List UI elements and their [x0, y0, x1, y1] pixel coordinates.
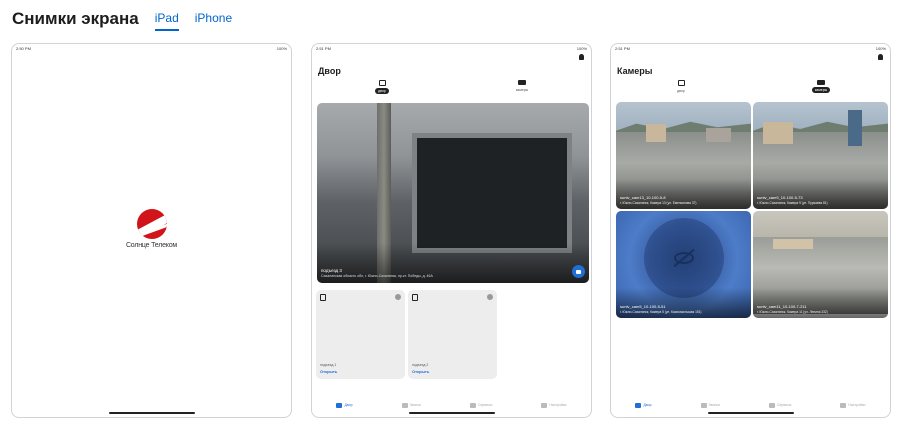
phone-icon [401, 402, 408, 408]
tab-iphone[interactable]: iPhone [195, 11, 232, 28]
screenshot-yard[interactable]: 2:51 PM 100% Двор двор камеры подъезд 3 … [311, 43, 592, 418]
home-indicator [707, 412, 794, 414]
segment-cameras[interactable]: камеры [811, 80, 831, 93]
camera-tile[interactable]: suntv_cam9_10-100-5-73 г. Южно-Сахалинск… [753, 102, 888, 209]
page-title: Двор [318, 66, 341, 76]
status-bar: 2:51 PM 100% [316, 46, 587, 51]
camera-caption: подъезд 3 Сахалинская область обл, г. Юж… [321, 268, 433, 278]
screenshot-splash[interactable]: 2:50 PM 100% Солнце Телеком [11, 43, 292, 418]
camera-tile[interactable]: suntv_cam11_10-100-7-211 г. Южно-Сахалин… [753, 211, 888, 318]
tab-settings[interactable]: Настройки [541, 402, 566, 408]
home-indicator [408, 412, 495, 414]
door-icon [320, 294, 326, 301]
camera-caption: suntv_cam13_10-100-5-8 г. Южно-Сахалинск… [620, 195, 697, 205]
tab-bar: Двор Звонки Сервисы Настройки [611, 399, 890, 411]
camera-icon [518, 80, 526, 85]
segmented-control: двор камеры [611, 80, 890, 98]
status-bar: 2:51 PM 100% [615, 46, 886, 51]
tab-services[interactable]: Сервисы [768, 402, 791, 408]
services-icon [469, 402, 476, 408]
phone-icon [700, 402, 707, 408]
segment-yard[interactable]: двор [372, 80, 392, 94]
brand-logo: Солнце Телеком [12, 209, 291, 249]
tab-yard[interactable]: Двор [635, 402, 652, 408]
tab-services[interactable]: Сервисы [469, 402, 492, 408]
bell-icon[interactable] [878, 54, 883, 60]
segment-yard[interactable]: двор [671, 80, 691, 94]
camera-view[interactable]: подъезд 3 Сахалинская область обл, г. Юж… [317, 103, 589, 283]
door-icon [677, 80, 685, 86]
door-icon [412, 294, 418, 301]
door-card[interactable]: подъезд 2 Открыть [408, 290, 497, 379]
services-icon [768, 402, 775, 408]
section-title: Снимки экрана [12, 9, 139, 28]
camera-caption: suntv_cam5_10-100-5-51 г. Южно-Сахалинск… [620, 304, 702, 314]
home-icon [336, 402, 343, 408]
door-icon [378, 80, 386, 86]
sun-logo-icon [136, 209, 167, 239]
gear-icon [840, 402, 847, 408]
page-title: Камеры [617, 66, 653, 76]
camera-tile[interactable]: suntv_cam13_10-100-5-8 г. Южно-Сахалинск… [616, 102, 751, 209]
segmented-control: двор камеры [312, 80, 591, 98]
tab-bar: Двор Звонки Сервисы Настройки [312, 399, 591, 411]
tab-yard[interactable]: Двор [336, 402, 353, 408]
gear-icon [541, 402, 548, 408]
camera-icon [817, 80, 825, 85]
tab-calls[interactable]: Звонки [401, 402, 421, 408]
open-button[interactable]: Открыть [412, 369, 429, 374]
camera-caption: suntv_cam9_10-100-5-73 г. Южно-Сахалинск… [757, 195, 828, 205]
segment-cameras[interactable]: камеры [512, 80, 532, 93]
tab-calls[interactable]: Звонки [700, 402, 720, 408]
screenshot-cameras[interactable]: 2:51 PM 100% Камеры двор камеры suntv_ca… [610, 43, 891, 418]
logo-text: Солнце Телеком [125, 242, 178, 249]
door-card[interactable]: подъезд 1 Открыть [316, 290, 405, 379]
info-icon[interactable] [487, 294, 493, 300]
screenshots-header: Снимки экрана iPad iPhone [12, 6, 248, 32]
home-icon [635, 402, 642, 408]
bell-icon[interactable] [579, 54, 584, 60]
tab-ipad[interactable]: iPad [154, 11, 179, 31]
open-button[interactable]: Открыть [320, 369, 337, 374]
camera-tile-offline[interactable]: suntv_cam5_10-100-5-51 г. Южно-Сахалинск… [616, 211, 751, 318]
home-indicator [108, 412, 195, 414]
camera-caption: suntv_cam11_10-100-7-211 г. Южно-Сахалин… [757, 304, 828, 314]
tab-settings[interactable]: Настройки [840, 402, 865, 408]
status-bar: 2:50 PM 100% [16, 46, 287, 51]
info-icon[interactable] [395, 294, 401, 300]
unlock-button[interactable] [572, 265, 585, 278]
